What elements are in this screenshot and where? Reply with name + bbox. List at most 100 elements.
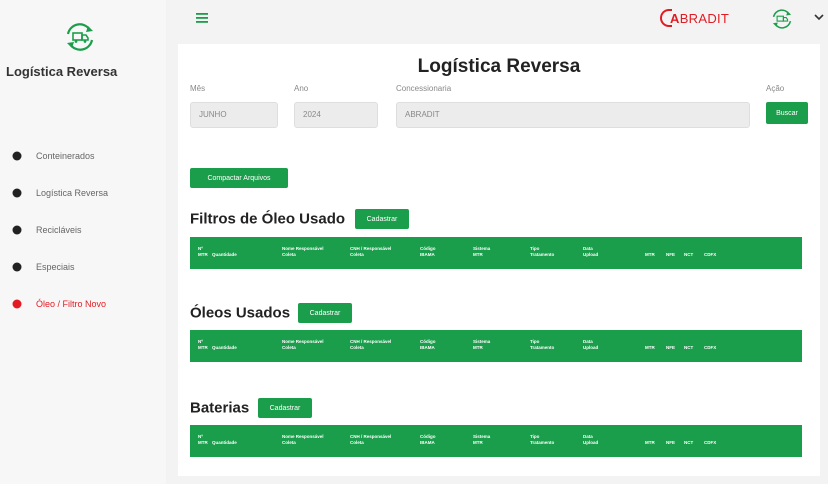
sidebar-nav: Conteinerados Logística Reversa Recicláv… xyxy=(0,137,166,322)
section-title-baterias: Baterias xyxy=(190,399,249,417)
table-header-cell-line: MTR xyxy=(473,345,483,350)
table-header-cell-line: MTR xyxy=(198,345,208,350)
table-header-cell: MTR xyxy=(645,440,655,446)
table-header-cell-line: Quantidade xyxy=(212,345,237,350)
concessionaria-select[interactable]: ABRADIT xyxy=(396,102,750,128)
recycle-truck-logo-icon xyxy=(66,23,94,51)
table-header-cell-line: Quantidade xyxy=(212,440,237,445)
table-header-cell: Sistema MTR xyxy=(473,339,490,351)
table-header-cell-line: CDFX xyxy=(704,345,717,350)
table-header-cell-line: Coleta xyxy=(350,440,364,445)
table-header-cell: CDFX xyxy=(704,345,716,351)
page-title: Logística Reversa xyxy=(417,56,581,77)
section-title-text: Óleos Usados xyxy=(190,304,291,322)
acao-label: Ação xyxy=(766,84,785,93)
sidebar-item-logistica-reversa[interactable]: Logística Reversa xyxy=(0,174,166,211)
compactar-arquivos-button[interactable]: Compactar Arquivos xyxy=(190,168,288,188)
table-header-cell: Quantidade xyxy=(212,345,237,351)
topbar: A BRADIT xyxy=(174,0,828,38)
table-header-cell: Tipo Tratamento xyxy=(530,339,554,351)
cadastrar-filtros-button[interactable]: Cadastrar xyxy=(355,209,409,229)
table-header-cell-line: Coleta xyxy=(282,440,296,445)
brand-letter: A xyxy=(670,10,680,26)
sidebar-item-especiais[interactable]: Especiais xyxy=(0,248,166,285)
table-header-cell: Nome Responsável Coleta xyxy=(282,434,324,446)
table-header-cell-line: Coleta xyxy=(350,345,364,350)
section-title-text: Baterias xyxy=(190,399,250,417)
section-title-text: Filtros de Óleo Usado xyxy=(190,210,346,228)
table-header-cell: Quantidade xyxy=(212,440,237,446)
table-header-cell-line: MTR xyxy=(645,252,655,257)
table-header-cell: Sistema MTR xyxy=(473,434,490,446)
table-header-cell-line: IBAMA xyxy=(420,252,435,257)
table-header-cell: CNH / Responsável Coleta xyxy=(350,434,391,446)
table-header-cell-line: Tratamento xyxy=(530,252,555,257)
table-header-cell-line: Quantidade xyxy=(212,252,237,257)
table-header-cell: CDFX xyxy=(704,252,716,258)
concessionaria-label: Concessionaria xyxy=(396,84,452,93)
table-header-cell: Código IBAMA xyxy=(420,246,436,258)
table-header-baterias: Nº MTR Quantidade Nome Responsável Coleta CNH… xyxy=(190,425,802,457)
table-header-cell: Data Upload xyxy=(583,246,598,258)
sidebar-item-oleo-filtro-novo[interactable]: Óleo / Filtro Novo xyxy=(0,285,166,322)
hamburger-menu-icon[interactable] xyxy=(196,13,208,23)
circle-icon xyxy=(12,188,22,197)
sidebar-title: Logística Reversa xyxy=(6,64,118,79)
table-header-cell: NCT xyxy=(684,440,693,446)
table-header-cell-line: NFE xyxy=(666,345,675,350)
table-header-cell: MTR xyxy=(645,345,655,351)
table-header-cell: Sistema MTR xyxy=(473,246,490,258)
circle-icon xyxy=(12,225,22,234)
table-header-cell-line: NFE xyxy=(666,252,675,257)
table-header-cell: NFE xyxy=(666,440,675,446)
table-header-cell: NFE xyxy=(666,345,675,351)
table-header-cell: Nome Responsável Coleta xyxy=(282,339,324,351)
table-header-cell: Nº MTR xyxy=(198,246,208,258)
brand-logo: A BRADIT xyxy=(660,8,729,28)
table-header-cell: CNH / Responsável Coleta xyxy=(350,339,391,351)
table-header-cell-line: NCT xyxy=(684,440,694,445)
table-header-cell-line: MTR xyxy=(645,345,655,350)
sidebar-item-reciclaveis[interactable]: Recicláveis xyxy=(0,211,166,248)
table-header-cell: Código IBAMA xyxy=(420,434,436,446)
table-header-cell-line: IBAMA xyxy=(420,345,435,350)
sidebar-item-label: Óleo / Filtro Novo xyxy=(36,298,107,309)
table-header-cell: Tipo Tratamento xyxy=(530,246,554,258)
circle-icon xyxy=(12,151,22,160)
table-header-cell: MTR xyxy=(645,252,655,258)
cadastrar-baterias-button[interactable]: Cadastrar xyxy=(258,398,312,418)
table-header-cell-line: IBAMA xyxy=(420,440,435,445)
mes-select[interactable]: JUNHO xyxy=(190,102,278,128)
chevron-down-icon[interactable] xyxy=(814,12,824,22)
table-header-filtros: Nº MTR Quantidade Nome Responsável Coleta CNH… xyxy=(190,237,802,269)
table-header-cell-line: CDFX xyxy=(704,440,717,445)
ano-label: Ano xyxy=(294,84,309,93)
table-header-cell-line: NCT xyxy=(684,252,694,257)
table-header-cell-line: MTR xyxy=(473,440,483,445)
table-header-cell: Nome Responsável Coleta xyxy=(282,246,324,258)
sidebar-item-label: Conteinerados xyxy=(36,150,95,161)
table-header-cell-line: Coleta xyxy=(282,345,296,350)
table-header-cell-line: Upload xyxy=(583,252,599,257)
sidebar-item-label: Especiais xyxy=(36,261,75,272)
main-panel: Logística Reversa Mês JUNHO Ano 2024 Con… xyxy=(178,44,820,476)
table-header-cell: Nº MTR xyxy=(198,434,208,446)
sidebar-item-label: Logística Reversa xyxy=(36,187,109,198)
table-header-cell: Nº MTR xyxy=(198,339,208,351)
table-header-cell: NFE xyxy=(666,252,675,258)
table-header-cell-line: MTR xyxy=(198,440,208,445)
table-header-cell-line: Coleta xyxy=(282,252,296,257)
table-header-cell-line: Tratamento xyxy=(530,440,555,445)
table-header-cell: CNH / Responsável Coleta xyxy=(350,246,391,258)
ano-select[interactable]: 2024 xyxy=(294,102,378,128)
sidebar-item-label: Recicláveis xyxy=(36,224,82,235)
buscar-button[interactable]: Buscar xyxy=(766,102,808,124)
table-header-cell: Código IBAMA xyxy=(420,339,436,351)
cadastrar-oleos-button[interactable]: Cadastrar xyxy=(298,303,352,323)
table-header-cell: CDFX xyxy=(704,440,716,446)
table-header-cell: Data Upload xyxy=(583,339,598,351)
table-header-cell: NCT xyxy=(684,252,693,258)
table-header-cell-line: MTR xyxy=(473,252,483,257)
sidebar-item-conteinerados[interactable]: Conteinerados xyxy=(0,137,166,174)
recycle-truck-avatar-icon[interactable] xyxy=(768,8,796,30)
